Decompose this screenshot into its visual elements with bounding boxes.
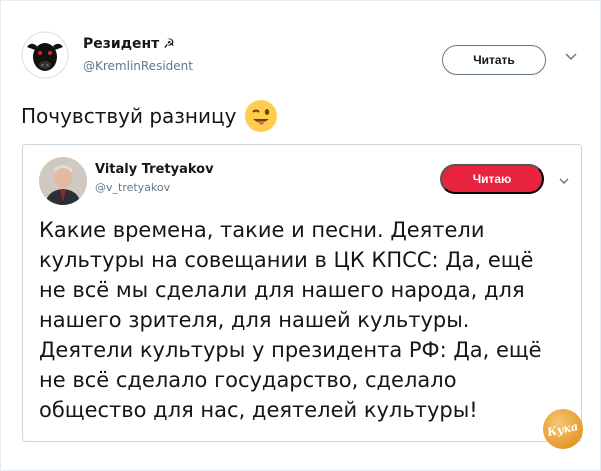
quoted-tweet[interactable]: Vitaly Tretyakov @v_tretyakov Читаю Каки… — [22, 144, 582, 442]
follow-button[interactable]: Читать — [442, 45, 546, 75]
chevron-down-icon[interactable] — [558, 175, 570, 187]
quoted-author-name[interactable]: Vitaly Tretyakov — [95, 162, 214, 177]
author-avatar[interactable] — [21, 31, 69, 79]
quoted-author-handle[interactable]: @v_tretyakov — [95, 181, 170, 194]
watermark-text: Кука — [546, 419, 580, 439]
tweet-card: Резидент ☭ @KremlinResident Читать Почувс… — [0, 0, 601, 471]
winking-face-with-tongue-icon — [245, 100, 278, 132]
chevron-down-icon[interactable] — [564, 50, 578, 64]
bull-logo-icon — [21, 31, 69, 79]
person-photo-icon — [39, 157, 87, 205]
hammer-sickle-icon: ☭ — [163, 37, 175, 52]
tweet-text: Почувствуй разницу — [21, 104, 237, 128]
tweet-body: Почувствуй разницу — [21, 99, 278, 133]
quoted-tweet-text: Какие времена, такие и песни. Деятели ку… — [39, 218, 542, 422]
author-name[interactable]: Резидент ☭ — [83, 36, 175, 52]
watermark-logo: Кука — [543, 409, 583, 449]
quoted-author-avatar[interactable] — [39, 157, 87, 205]
author-name-text: Резидент — [83, 36, 160, 52]
following-button[interactable]: Читаю — [440, 164, 544, 194]
author-handle[interactable]: @KremlinResident — [83, 59, 193, 73]
